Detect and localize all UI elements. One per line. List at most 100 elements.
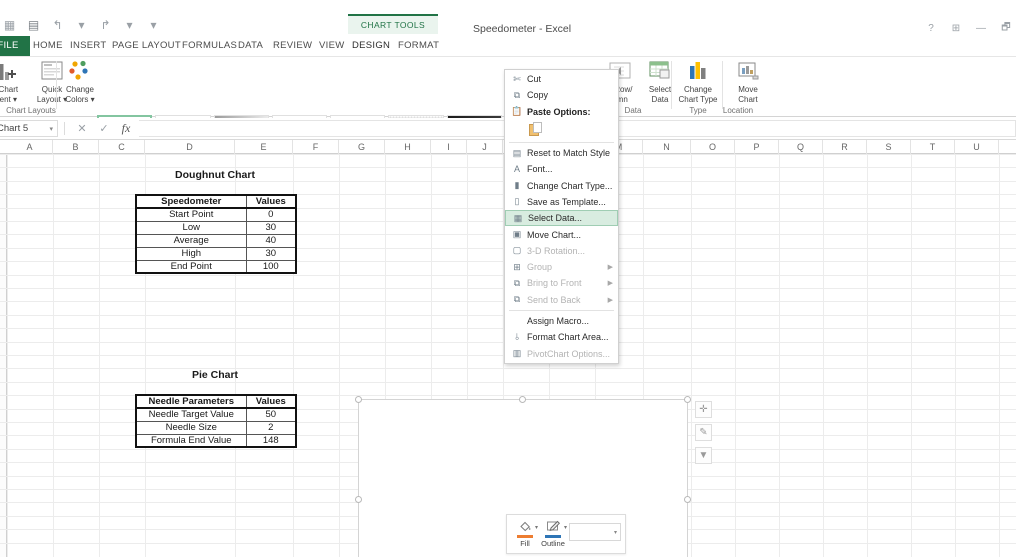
table-cell[interactable]: 2	[245, 420, 297, 435]
table-cell[interactable]: Low	[135, 220, 247, 235]
table-row[interactable]: High 30	[135, 246, 297, 261]
column-header-T[interactable]: T	[911, 140, 955, 154]
column-header-H[interactable]: H	[385, 140, 431, 154]
chart-styles-button[interactable]: ✎	[695, 424, 712, 441]
column-header-B[interactable]: B	[53, 140, 99, 154]
quick-access-toolbar[interactable]: ▦ ▤ ↰ ▾ ↱ ▾ ▾	[0, 16, 161, 34]
column-header-S[interactable]: S	[867, 140, 911, 154]
move-chart-button[interactable]: Move Chart	[725, 59, 771, 104]
table-row[interactable]: Low 30	[135, 220, 297, 235]
ribbon-tab-view[interactable]: VIEW	[319, 36, 344, 56]
outline-button[interactable]: Outline ▾	[539, 519, 567, 548]
ribbon-tab-design[interactable]: DESIGN	[352, 36, 390, 56]
menu-item-font[interactable]: A Font...	[505, 161, 618, 177]
column-header-G[interactable]: G	[339, 140, 385, 154]
menu-item-move-chart[interactable]: ▣ Move Chart...	[505, 226, 618, 242]
table-cell[interactable]: 50	[245, 407, 297, 422]
mini-toolbar-style-dropdown[interactable]: ▾	[569, 523, 621, 541]
help-button[interactable]: ?	[925, 23, 937, 34]
table-cell[interactable]: Formula End Value	[135, 433, 247, 448]
ribbon-tab-review[interactable]: REVIEW	[273, 36, 312, 56]
table-cell[interactable]: Average	[135, 233, 247, 248]
ribbon-display-options-button[interactable]: ⊞	[950, 23, 962, 34]
column-header-N[interactable]: N	[643, 140, 691, 154]
redo-dropdown-icon[interactable]: ▾	[122, 18, 137, 33]
customize-qat-icon[interactable]: ▾	[146, 18, 161, 33]
column-header-C[interactable]: C	[99, 140, 145, 154]
menu-item-reset-to-match-style[interactable]: ▤ Reset to Match Style	[505, 145, 618, 161]
name-box[interactable]: Chart 5 ▾	[0, 120, 58, 137]
column-header-F[interactable]: F	[293, 140, 339, 154]
table-row[interactable]: Average 40	[135, 233, 297, 248]
chart-elements-button[interactable]: ✛	[695, 401, 712, 418]
column-header-Q[interactable]: Q	[779, 140, 823, 154]
paste-option-keep-source-formatting[interactable]	[505, 120, 618, 140]
menu-item-change-chart-type[interactable]: ▮ Change Chart Type...	[505, 177, 618, 193]
chart-resize-handle[interactable]	[684, 396, 691, 403]
table-row[interactable]: Needle Size 2	[135, 420, 297, 435]
column-header-I[interactable]: I	[431, 140, 467, 154]
insert-function-icon[interactable]: fx	[115, 121, 137, 136]
table-cell[interactable]: 40	[245, 233, 297, 248]
minimize-button[interactable]: —	[975, 23, 987, 34]
chart-resize-handle[interactable]	[684, 495, 691, 503]
table-cell[interactable]: 0	[245, 207, 297, 222]
undo-icon[interactable]: ↰	[50, 18, 65, 33]
table-cell[interactable]: 100	[245, 259, 297, 274]
chart-resize-handle[interactable]	[355, 495, 362, 503]
table-row[interactable]: Start Point 0	[135, 207, 297, 222]
table-cell[interactable]: 148	[245, 433, 297, 448]
column-header-R[interactable]: R	[823, 140, 867, 154]
table-row[interactable]: Formula End Value 148	[135, 433, 297, 448]
menu-item-copy[interactable]: ⧉ Copy	[505, 87, 618, 103]
table-row[interactable]: Needle Target Value 50	[135, 407, 297, 422]
chart-filters-button[interactable]: ▼	[695, 447, 712, 464]
restore-button[interactable]: 🗗	[1000, 20, 1012, 37]
menu-item-format-chart-area[interactable]: ⫰ Format Chart Area...	[505, 329, 618, 345]
window-controls[interactable]: ? ⊞ — 🗗	[925, 20, 1012, 37]
excel-logo-icon[interactable]: ▦	[2, 18, 17, 33]
mini-toolbar[interactable]: Fill ▾ Outline ▾ ▾	[506, 514, 626, 554]
table-cell[interactable]: End Point	[135, 259, 247, 274]
ribbon-tab-home[interactable]: HOME	[33, 36, 63, 56]
name-box-dropdown-icon[interactable]: ▾	[49, 125, 53, 133]
ribbon-tab-file[interactable]: FILE	[0, 36, 30, 56]
table-cell[interactable]: Start Point	[135, 207, 247, 222]
chart-side-buttons[interactable]: ✛ ✎ ▼	[695, 401, 712, 464]
ribbon-tab-formulas[interactable]: FORMULAS	[182, 36, 237, 56]
column-header-P[interactable]: P	[735, 140, 779, 154]
pie-data-table[interactable]: Needle Parameters Values Needle Target Val…	[135, 394, 297, 448]
cancel-formula-icon[interactable]: ✕	[71, 122, 93, 135]
add-chart-element-button[interactable]: d Chart ment ▾	[0, 59, 28, 104]
ribbon-tab-data[interactable]: DATA	[238, 36, 263, 56]
enter-formula-icon[interactable]: ✓	[93, 122, 115, 135]
table-cell[interactable]: 30	[245, 246, 297, 261]
chart-resize-handle[interactable]	[355, 396, 362, 403]
redo-icon[interactable]: ↱	[98, 18, 113, 33]
chart-resize-handle[interactable]	[519, 396, 526, 403]
fill-dropdown-icon[interactable]: ▾	[535, 524, 538, 531]
column-header-D[interactable]: D	[145, 140, 235, 154]
undo-dropdown-icon[interactable]: ▾	[74, 18, 89, 33]
menu-item-assign-macro[interactable]: Assign Macro...	[505, 313, 618, 329]
save-icon[interactable]: ▤	[26, 18, 41, 33]
menu-item-cut[interactable]: ✄ Cut	[505, 71, 618, 87]
outline-dropdown-icon[interactable]: ▾	[564, 524, 567, 531]
change-colors-button[interactable]: Change Colors ▾	[57, 59, 103, 104]
column-header-O[interactable]: O	[691, 140, 735, 154]
table-cell[interactable]: Needle Target Value	[135, 407, 247, 422]
ribbon-tab-page-layout[interactable]: PAGE LAYOUT	[112, 36, 181, 56]
column-header-U[interactable]: U	[955, 140, 999, 154]
column-header-A[interactable]: A	[7, 140, 53, 154]
ribbon-tab-insert[interactable]: INSERT	[70, 36, 106, 56]
table-cell[interactable]: 30	[245, 220, 297, 235]
table-row[interactable]: End Point 100	[135, 259, 297, 274]
ribbon-tab-format[interactable]: FORMAT	[398, 36, 439, 56]
chart-context-menu[interactable]: ✄ Cut ⧉ Copy 📋 Paste Options: ▤ Reset to…	[504, 69, 619, 364]
fill-button[interactable]: Fill ▾	[511, 519, 539, 548]
mini-toolbar-style-dropdown-icon[interactable]: ▾	[614, 529, 617, 536]
menu-item-paste-options[interactable]: 📋 Paste Options:	[505, 104, 618, 120]
doughnut-data-table[interactable]: Speedometer Values Start Point 0 Low 30 Averag…	[135, 194, 297, 274]
column-header-J[interactable]: J	[467, 140, 503, 154]
table-cell[interactable]: High	[135, 246, 247, 261]
